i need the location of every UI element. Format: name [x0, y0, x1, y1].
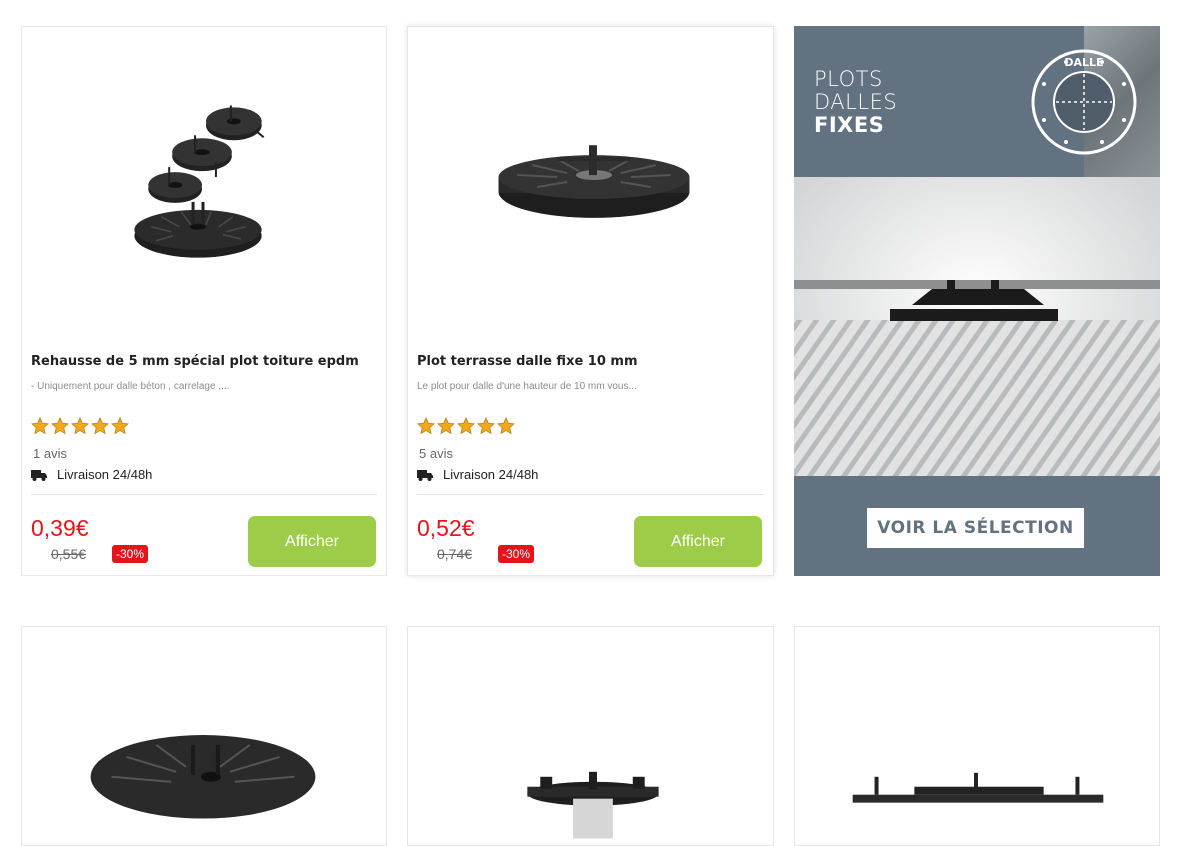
- truck-icon: [31, 469, 47, 481]
- seal-text: DALLE: [1064, 56, 1103, 69]
- rating-stars: [31, 417, 129, 435]
- promo-banner-plots-dalles-fixes[interactable]: PLOTS DALLES FIXES DALLE VOIR LA SÉLECTI…: [794, 26, 1160, 576]
- review-count[interactable]: 1 avis: [33, 446, 67, 461]
- product-title[interactable]: Rehausse de 5 mm spécial plot toiture ep…: [31, 354, 359, 369]
- delivery-label: Livraison 24/48h: [57, 467, 153, 482]
- voir-selection-button[interactable]: VOIR LA SÉLECTION: [867, 508, 1084, 548]
- star-icon: [497, 417, 515, 435]
- divider: [31, 494, 377, 495]
- product-price: 0,39€: [31, 515, 89, 541]
- truck-icon: [417, 469, 433, 481]
- star-icon: [111, 417, 129, 435]
- star-icon: [51, 417, 69, 435]
- star-icon: [457, 417, 475, 435]
- star-icon: [71, 417, 89, 435]
- delivery-info: Livraison 24/48h: [31, 467, 152, 482]
- old-price: 0,55€: [51, 546, 87, 562]
- product-card-5[interactable]: [407, 626, 774, 846]
- banner-illustration: [794, 177, 1160, 476]
- product-description: Le plot pour dalle d'une hauteur de 10 m…: [417, 381, 637, 392]
- product-card-1[interactable]: Rehausse de 5 mm spécial plot toiture ep…: [21, 26, 387, 576]
- banner-line-1: PLOTS: [814, 67, 883, 91]
- star-icon: [91, 417, 109, 435]
- product-image-rehausse[interactable]: [22, 27, 386, 347]
- product-description: - Uniquement pour dalle béton , carrelag…: [31, 381, 230, 392]
- afficher-button[interactable]: Afficher: [248, 516, 376, 567]
- review-count[interactable]: 5 avis: [419, 446, 453, 461]
- rating-stars: [417, 417, 515, 435]
- star-icon: [31, 417, 49, 435]
- product-price: 0,52€: [417, 515, 475, 541]
- afficher-button[interactable]: Afficher: [634, 516, 762, 567]
- product-image-adjustable-plot[interactable]: [408, 627, 773, 846]
- banner-line-3: FIXES: [814, 113, 885, 137]
- product-image-plot-dalle-fixe[interactable]: [408, 27, 773, 347]
- dalle-seal-icon: DALLE: [1031, 49, 1137, 155]
- product-title[interactable]: Plot terrasse dalle fixe 10 mm: [417, 354, 638, 369]
- product-card-4[interactable]: [21, 626, 387, 846]
- delivery-info: Livraison 24/48h: [417, 467, 538, 482]
- discount-badge: -30%: [498, 545, 535, 563]
- star-icon: [437, 417, 455, 435]
- product-card-2[interactable]: Plot terrasse dalle fixe 10 mm Le plot p…: [407, 26, 774, 576]
- star-icon: [417, 417, 435, 435]
- delivery-label: Livraison 24/48h: [443, 467, 539, 482]
- product-image-flat-plot[interactable]: [795, 627, 1159, 846]
- banner-line-2: DALLES: [814, 90, 898, 114]
- discount-badge: -30%: [112, 545, 149, 563]
- product-card-6[interactable]: [794, 626, 1160, 846]
- star-icon: [477, 417, 495, 435]
- old-price: 0,74€: [437, 546, 473, 562]
- product-image-base-plate[interactable]: [22, 627, 386, 846]
- divider: [417, 494, 764, 495]
